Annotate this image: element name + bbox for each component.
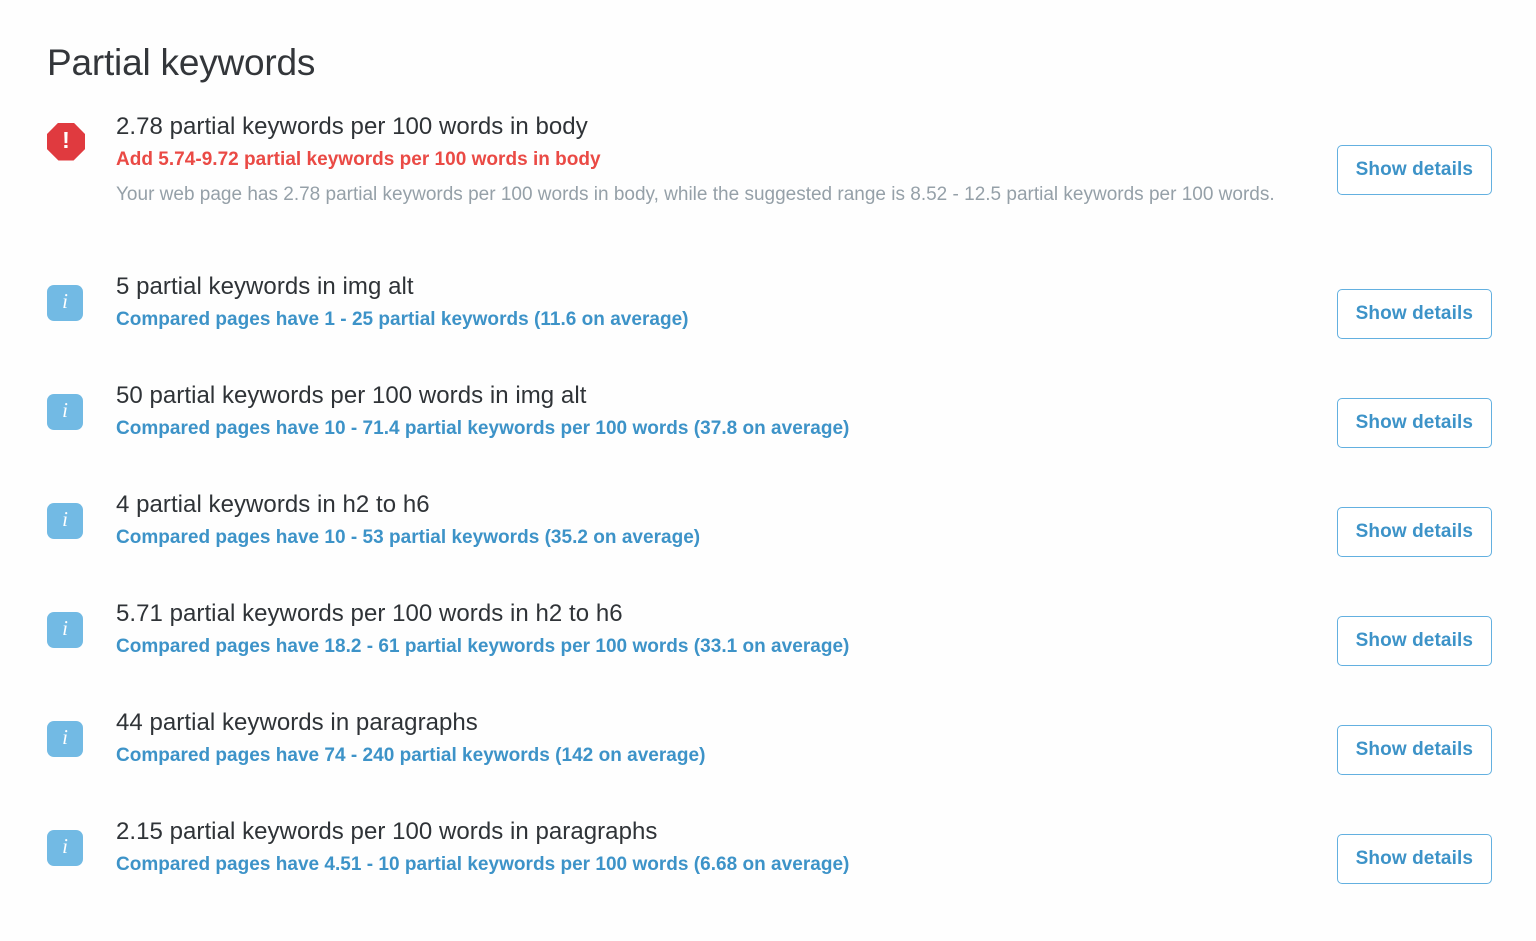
action-cell: Show details bbox=[1336, 598, 1492, 666]
metric-comparison: Compared pages have 10 - 71.4 partial ke… bbox=[116, 418, 850, 440]
status-icon-cell: i bbox=[47, 271, 116, 321]
info-icon: i bbox=[47, 829, 83, 866]
info-icon: i bbox=[47, 611, 83, 648]
alert-octagon-icon: ! bbox=[47, 122, 85, 161]
metric-comparison: Compared pages have 74 - 240 partial key… bbox=[116, 745, 706, 767]
show-details-button[interactable]: Show details bbox=[1336, 724, 1492, 775]
info-icon-glyph: i bbox=[62, 725, 68, 750]
show-details-button[interactable]: Show details bbox=[1336, 397, 1492, 448]
metric-text-cell: 2.78 partial keywords per 100 words in b… bbox=[116, 111, 1340, 210]
show-details-button[interactable]: Show details bbox=[1336, 833, 1492, 884]
metric-comparison: Compared pages have 1 - 25 partial keywo… bbox=[116, 309, 689, 331]
list-item: i 4 partial keywords in h2 to h6 Compare… bbox=[47, 489, 1492, 598]
metric-headline: 5 partial keywords in img alt bbox=[116, 272, 414, 300]
action-cell: Show details bbox=[1336, 489, 1492, 557]
metric-text-cell: 50 partial keywords per 100 words in img… bbox=[116, 380, 1340, 443]
list-item: i 44 partial keywords in paragraphs Comp… bbox=[47, 707, 1492, 816]
metric-headline: 5.71 partial keywords per 100 words in h… bbox=[116, 599, 623, 627]
partial-keywords-panel: Partial keywords ! 2.78 partial keywords… bbox=[0, 0, 1536, 941]
status-icon-cell: i bbox=[47, 707, 116, 757]
info-icon-glyph: i bbox=[62, 616, 68, 641]
action-cell: Show details bbox=[1336, 111, 1492, 195]
list-item: i 5.71 partial keywords per 100 words in… bbox=[47, 598, 1492, 707]
keyword-metrics-list: ! 2.78 partial keywords per 100 words in… bbox=[0, 111, 1536, 925]
action-cell: Show details bbox=[1336, 816, 1492, 884]
metric-headline: 44 partial keywords in paragraphs bbox=[116, 708, 478, 736]
metric-text-cell: 2.15 partial keywords per 100 words in p… bbox=[116, 816, 1340, 879]
info-icon: i bbox=[47, 720, 83, 757]
metric-headline: 2.15 partial keywords per 100 words in p… bbox=[116, 817, 658, 845]
status-icon-cell: i bbox=[47, 489, 116, 539]
metric-recommendation: Add 5.74-9.72 partial keywords per 100 w… bbox=[116, 149, 601, 171]
status-icon-cell: i bbox=[47, 816, 116, 866]
metric-comparison: Compared pages have 4.51 - 10 partial ke… bbox=[116, 854, 850, 876]
show-details-button[interactable]: Show details bbox=[1336, 288, 1492, 339]
metric-headline: 2.78 partial keywords per 100 words in b… bbox=[116, 112, 588, 140]
list-item: ! 2.78 partial keywords per 100 words in… bbox=[47, 111, 1492, 271]
metric-headline: 4 partial keywords in h2 to h6 bbox=[116, 490, 430, 518]
metric-headline: 50 partial keywords per 100 words in img… bbox=[116, 381, 587, 409]
metric-text-cell: 4 partial keywords in h2 to h6 Compared … bbox=[116, 489, 1340, 552]
page-title: Partial keywords bbox=[47, 42, 316, 83]
metric-comparison: Compared pages have 10 - 53 partial keyw… bbox=[116, 527, 701, 549]
alert-icon-glyph: ! bbox=[62, 127, 70, 154]
show-details-button[interactable]: Show details bbox=[1336, 506, 1492, 557]
info-icon: i bbox=[47, 393, 83, 430]
action-cell: Show details bbox=[1336, 271, 1492, 339]
metric-comparison: Compared pages have 18.2 - 61 partial ke… bbox=[116, 636, 850, 658]
metric-text-cell: 5 partial keywords in img alt Compared p… bbox=[116, 271, 1340, 334]
list-item: i 50 partial keywords per 100 words in i… bbox=[47, 380, 1492, 489]
list-item: i 2.15 partial keywords per 100 words in… bbox=[47, 816, 1492, 925]
metric-description: Your web page has 2.78 partial keywords … bbox=[116, 183, 1275, 205]
info-icon: i bbox=[47, 502, 83, 539]
show-details-button[interactable]: Show details bbox=[1336, 615, 1492, 666]
status-icon-cell: i bbox=[47, 380, 116, 430]
action-cell: Show details bbox=[1336, 380, 1492, 448]
info-icon-glyph: i bbox=[62, 834, 68, 859]
show-details-button[interactable]: Show details bbox=[1336, 144, 1492, 195]
status-icon-cell: i bbox=[47, 598, 116, 648]
list-item: i 5 partial keywords in img alt Compared… bbox=[47, 271, 1492, 380]
info-icon-glyph: i bbox=[62, 507, 68, 532]
info-icon: i bbox=[47, 284, 83, 321]
status-icon-cell: ! bbox=[47, 111, 116, 161]
metric-text-cell: 44 partial keywords in paragraphs Compar… bbox=[116, 707, 1340, 770]
info-icon-glyph: i bbox=[62, 398, 68, 423]
metric-text-cell: 5.71 partial keywords per 100 words in h… bbox=[116, 598, 1340, 661]
action-cell: Show details bbox=[1336, 707, 1492, 775]
info-icon-glyph: i bbox=[62, 289, 68, 314]
